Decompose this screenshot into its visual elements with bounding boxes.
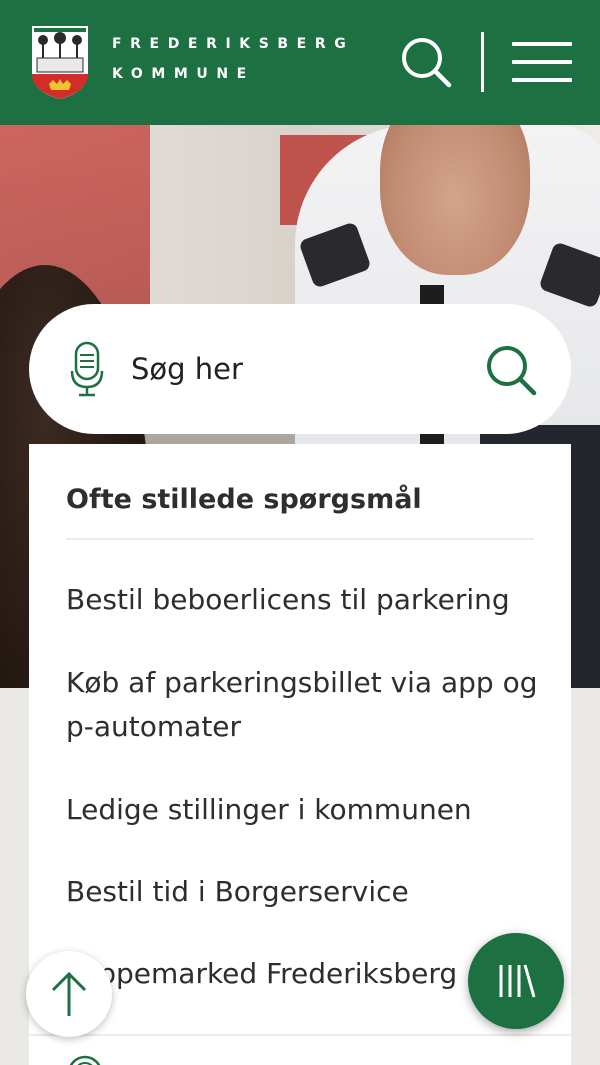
faq-item[interactable]: Ledige stillinger i kommunen	[66, 788, 541, 832]
faq-divider	[29, 1034, 571, 1036]
library-button[interactable]	[468, 933, 564, 1029]
coat-of-arms-logo[interactable]	[29, 24, 91, 100]
arrow-up-icon	[51, 971, 87, 1016]
header-divider	[481, 32, 484, 92]
brand-name[interactable]: FREDERIKSBERG KOMMUNE	[112, 36, 354, 82]
service-icon	[69, 1055, 101, 1065]
faq-item[interactable]: Bestil beboerlicens til parkering	[66, 578, 541, 622]
search-bar	[29, 304, 571, 434]
microphone-icon[interactable]	[69, 341, 105, 397]
search-icon[interactable]	[400, 36, 452, 88]
brand-line-2: KOMMUNE	[112, 66, 255, 82]
faq-item[interactable]: Køb af parkeringsbillet via app og p-aut…	[66, 661, 541, 749]
search-input[interactable]	[131, 344, 461, 394]
hamburger-menu-icon[interactable]	[512, 42, 572, 82]
faq-title: Ofte stillede spørgsmål	[66, 484, 422, 515]
faq-item[interactable]: Bestil tid i Borgerservice	[66, 870, 541, 914]
back-to-top-button[interactable]	[26, 951, 112, 1037]
site-header: FREDERIKSBERG KOMMUNE	[0, 0, 600, 125]
faq-divider	[66, 538, 534, 540]
library-icon	[499, 964, 536, 998]
brand-line-1: FREDERIKSBERG	[112, 36, 355, 52]
search-submit-icon[interactable]	[485, 344, 537, 396]
